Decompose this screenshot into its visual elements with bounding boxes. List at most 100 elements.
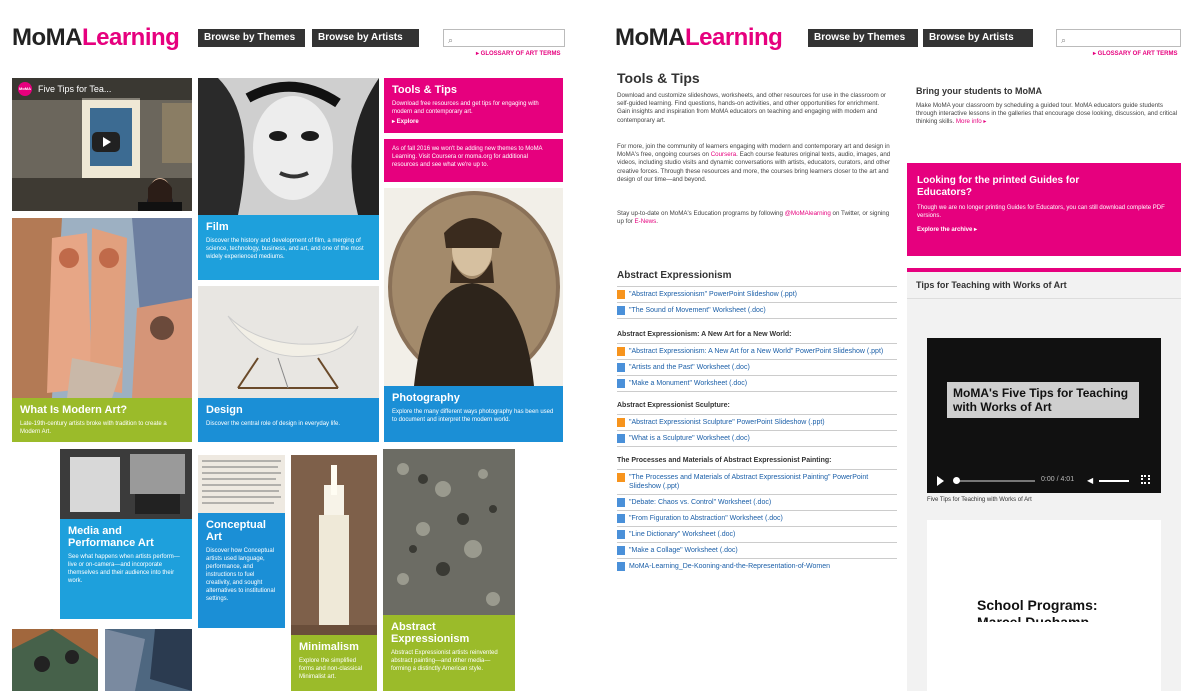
resource-item[interactable]: "Line Dictionary" Worksheet (.doc) bbox=[617, 530, 897, 539]
coursera-link[interactable]: Coursera bbox=[711, 151, 736, 158]
resource-label[interactable]: "Line Dictionary" Worksheet (.doc) bbox=[629, 530, 735, 539]
site-logo-right[interactable]: MoMALearning bbox=[615, 24, 783, 52]
resource-item[interactable]: "Debate: Chaos vs. Control" Worksheet (.… bbox=[617, 498, 897, 507]
progress-thumb[interactable] bbox=[953, 477, 960, 484]
photography-title: Photography bbox=[392, 392, 460, 404]
guides-text: Though we are no longer printing Guides … bbox=[917, 205, 1165, 219]
play-icon[interactable] bbox=[937, 476, 944, 486]
photography-tile[interactable]: Photography Explore the many different w… bbox=[384, 386, 563, 442]
doc-icon bbox=[617, 546, 625, 555]
resource-item[interactable]: "Artists and the Past" Worksheet (.doc) bbox=[617, 363, 897, 372]
site-logo[interactable]: MoMALearning bbox=[12, 24, 180, 52]
browse-themes-button-right[interactable]: Browse by Themes bbox=[808, 29, 918, 47]
design-title: Design bbox=[206, 404, 243, 416]
progress-track[interactable] bbox=[955, 480, 1035, 482]
video-tile[interactable]: MoMA Five Tips for Tea... bbox=[12, 78, 192, 211]
doc-icon bbox=[617, 562, 625, 571]
fullscreen-icon[interactable] bbox=[1141, 475, 1150, 484]
resource-item[interactable]: MoMA-Learning_De-Kooning-and-the-Represe… bbox=[617, 562, 897, 571]
browse-themes-button[interactable]: Browse by Themes bbox=[198, 29, 305, 47]
browse-artists-button-right[interactable]: Browse by Artists bbox=[923, 29, 1033, 47]
resource-label[interactable]: "Abstract Expressionism" PowerPoint Slid… bbox=[629, 290, 797, 299]
volume-slider[interactable] bbox=[1099, 480, 1129, 482]
tips-video-title: MoMA's Five Tips for Teaching with Works… bbox=[947, 382, 1139, 418]
resource-item[interactable]: "The Sound of Movement" Worksheet (.doc) bbox=[617, 306, 897, 315]
search-input-right[interactable]: ⌕ bbox=[1056, 29, 1181, 47]
minimalism-text: Explore the simplified forms and non-cla… bbox=[299, 658, 363, 680]
resource-item[interactable]: "From Figuration to Abstraction" Workshe… bbox=[617, 514, 897, 523]
bring-students-text: Make MoMA your classroom by scheduling a… bbox=[916, 102, 1178, 127]
glossary-link-right[interactable]: ▸ GLOSSARY OF ART TERMS bbox=[1093, 50, 1177, 57]
school-programs-title: School Programs: bbox=[977, 597, 1098, 613]
conceptual-text: Discover how Conceptual artists used lan… bbox=[206, 548, 276, 602]
resource-label[interactable]: "Abstract Expressionist Sculpture" Power… bbox=[629, 418, 825, 427]
minimalism-image[interactable] bbox=[291, 455, 377, 635]
resource-label[interactable]: "The Sound of Movement" Worksheet (.doc) bbox=[629, 306, 766, 315]
modern-art-image[interactable] bbox=[12, 218, 192, 398]
resource-label[interactable]: "Make a Collage" Worksheet (.doc) bbox=[629, 546, 738, 555]
resource-item[interactable]: "The Processes and Materials of Abstract… bbox=[617, 473, 897, 491]
resource-label[interactable]: "Artists and the Past" Worksheet (.doc) bbox=[629, 363, 750, 372]
design-tile[interactable]: Design Discover the central role of desi… bbox=[198, 398, 379, 442]
minimalism-title: Minimalism bbox=[299, 641, 359, 653]
notice-text: As of fall 2016 we won't be adding new t… bbox=[392, 146, 543, 168]
media-image[interactable] bbox=[60, 449, 192, 519]
conceptual-tile[interactable]: Conceptual Art Discover how Conceptual a… bbox=[198, 513, 285, 628]
enews-link[interactable]: E-News bbox=[635, 218, 657, 225]
resource-label[interactable]: "Abstract Expressionism: A New Art for a… bbox=[629, 347, 883, 356]
ppt-icon bbox=[617, 418, 625, 427]
design-image[interactable] bbox=[198, 286, 379, 398]
volume-icon[interactable]: ◀ bbox=[1087, 476, 1093, 485]
resource-item[interactable]: "What is a Sculpture" Worksheet (.doc) bbox=[617, 434, 897, 443]
video-title-bar: MoMA Five Tips for Tea... bbox=[12, 78, 192, 100]
resource-label[interactable]: "The Processes and Materials of Abstract… bbox=[629, 473, 897, 491]
more-info-link[interactable]: More info ▸ bbox=[956, 118, 987, 125]
resource-item[interactable]: "Abstract Expressionism" PowerPoint Slid… bbox=[617, 290, 897, 299]
resource-item[interactable]: "Make a Collage" Worksheet (.doc) bbox=[617, 546, 897, 555]
resource-label[interactable]: "From Figuration to Abstraction" Workshe… bbox=[629, 514, 783, 523]
conceptual-title: Conceptual Art bbox=[206, 519, 266, 543]
film-tile[interactable]: Film Discover the history and developmen… bbox=[198, 215, 379, 280]
abstract-image[interactable] bbox=[383, 449, 515, 615]
explore-archive-link[interactable]: Explore the archive ▸ bbox=[917, 226, 1171, 233]
conceptual-image[interactable] bbox=[198, 455, 285, 513]
twitter-link[interactable]: @MoMAlearning bbox=[785, 210, 831, 217]
play-icon[interactable] bbox=[92, 132, 120, 152]
modern-art-tile[interactable]: What Is Modern Art? Late-19th-century ar… bbox=[12, 398, 192, 442]
tools-tips-tile[interactable]: Tools & Tips Download free resources and… bbox=[384, 78, 563, 133]
search-input[interactable]: ⌕ bbox=[443, 29, 565, 47]
browse-artists-button[interactable]: Browse by Artists bbox=[312, 29, 419, 47]
resource-item[interactable]: "Abstract Expressionism: A New Art for a… bbox=[617, 347, 897, 356]
glossary-link[interactable]: ▸ GLOSSARY OF ART TERMS bbox=[476, 50, 560, 57]
film-image[interactable] bbox=[198, 78, 379, 215]
abstract-tile[interactable]: Abstract Expressionism Abstract Expressi… bbox=[383, 615, 515, 691]
doc-icon bbox=[617, 530, 625, 539]
minimalism-tile[interactable]: Minimalism Explore the simplified forms … bbox=[291, 635, 377, 691]
tips-video[interactable]: MoMA's Five Tips for Teaching with Works… bbox=[927, 338, 1161, 493]
bottom-image-1[interactable] bbox=[12, 629, 98, 691]
photography-image[interactable] bbox=[384, 188, 563, 386]
intro3-text: Stay up-to-date on MoMA's Education prog… bbox=[617, 210, 785, 217]
section-title: Abstract Expressionist Sculpture: bbox=[617, 402, 730, 409]
right-screenshot: MoMALearning Browse by Themes Browse by … bbox=[603, 0, 1198, 691]
resource-label[interactable]: "What is a Sculpture" Worksheet (.doc) bbox=[629, 434, 750, 443]
media-tile[interactable]: Media and Performance Art See what happe… bbox=[60, 519, 192, 619]
school-programs-subtitle: Marcel Duchamp bbox=[977, 614, 1090, 622]
resource-item[interactable]: "Abstract Expressionist Sculpture" Power… bbox=[617, 418, 897, 427]
resource-item[interactable]: "Make a Monument" Worksheet (.doc) bbox=[617, 379, 897, 388]
video-controls[interactable]: 0:00 / 4:01 ◀ bbox=[927, 469, 1161, 493]
school-programs-card[interactable]: School Programs: Marcel Duchamp bbox=[927, 520, 1161, 691]
film-text: Discover the history and development of … bbox=[206, 238, 364, 260]
resource-label[interactable]: "Make a Monument" Worksheet (.doc) bbox=[629, 379, 747, 388]
section-processes: The Processes and Materials of Abstract … bbox=[617, 457, 897, 571]
tools-explore-link[interactable]: ▸ Explore bbox=[392, 118, 555, 126]
resources-list: Abstract Expressionism "Abstract Express… bbox=[617, 270, 897, 574]
guides-box[interactable]: Looking for the printed Guides for Educa… bbox=[907, 163, 1181, 256]
tips-title: Tips for Teaching with Works of Art bbox=[916, 280, 1067, 290]
resource-label[interactable]: "Debate: Chaos vs. Control" Worksheet (.… bbox=[629, 498, 771, 507]
bottom-image-2[interactable] bbox=[105, 629, 192, 691]
resource-label[interactable]: MoMA-Learning_De-Kooning-and-the-Represe… bbox=[629, 562, 830, 571]
doc-icon bbox=[617, 306, 625, 315]
modern-art-text: Late-19th-century artists broke with tra… bbox=[20, 421, 167, 435]
doc-icon bbox=[617, 379, 625, 388]
